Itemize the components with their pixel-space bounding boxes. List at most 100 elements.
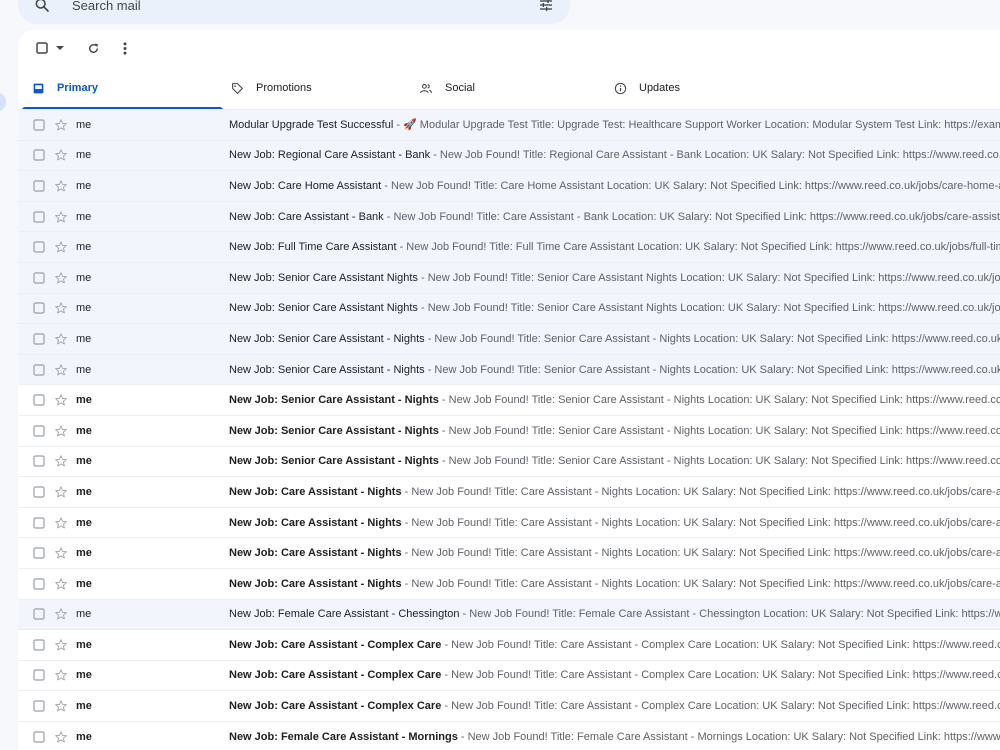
email-content: New Job: Senior Care Assistant - Nights … <box>229 425 1000 437</box>
email-content: New Job: Senior Care Assistant Nights - … <box>229 272 1000 284</box>
checkbox-icon[interactable] <box>33 302 45 314</box>
search-bar[interactable] <box>18 0 570 24</box>
star-icon[interactable] <box>54 546 68 560</box>
email-row[interactable]: me New Job: Senior Care Assistant - Nigh… <box>18 446 1000 478</box>
mail-panel: Primary Promotions Social Updates me Mod… <box>18 30 1000 750</box>
checkbox-icon[interactable] <box>33 455 45 467</box>
email-row[interactable]: me New Job: Care Assistant - Complex Car… <box>18 630 1000 661</box>
star-icon[interactable] <box>54 424 68 438</box>
email-snippet: - New Job Found! Title: Care Assistant -… <box>401 516 1000 529</box>
search-icon[interactable] <box>32 0 52 15</box>
email-row[interactable]: me Modular Upgrade Test Successful - 🚀 M… <box>18 110 1000 141</box>
star-icon[interactable] <box>54 118 68 132</box>
email-row[interactable]: me New Job: Care Assistant - Nights - Ne… <box>18 477 1000 508</box>
email-row[interactable]: me New Job: Senior Care Assistant - Nigh… <box>18 385 1000 416</box>
tab-updates[interactable]: Updates <box>612 66 812 110</box>
checkbox-icon[interactable] <box>33 700 45 712</box>
star-icon[interactable] <box>54 577 68 591</box>
checkbox-icon[interactable] <box>33 669 45 682</box>
star-icon[interactable] <box>54 699 68 713</box>
checkbox-icon[interactable] <box>33 608 45 620</box>
email-content: New Job: Senior Care Assistant - Nights … <box>229 394 1000 406</box>
email-snippet: - New Job Found! Title: Senior Care Assi… <box>424 363 1000 376</box>
checkbox-icon[interactable] <box>33 578 45 590</box>
star-icon[interactable] <box>54 668 68 682</box>
email-row[interactable]: me New Job: Care Assistant - Nights - Ne… <box>18 538 1000 569</box>
checkbox-icon[interactable] <box>33 639 45 651</box>
checkbox-icon[interactable] <box>33 180 45 192</box>
star-icon[interactable] <box>54 363 68 377</box>
star-icon[interactable] <box>54 179 68 193</box>
email-row[interactable]: me New Job: Female Care Assistant - Morn… <box>18 721 1000 750</box>
email-content: New Job: Female Care Assistant - Chessin… <box>229 608 1000 620</box>
email-snippet: - New Job Found! Title: Care Assistant -… <box>401 547 1000 560</box>
checkbox-icon[interactable] <box>33 516 45 529</box>
checkbox-icon[interactable] <box>33 394 45 406</box>
star-icon[interactable] <box>54 271 68 285</box>
email-subject: New Job: Care Assistant - Complex Care <box>229 638 442 651</box>
email-row[interactable]: me New Job: Care Assistant - Complex Car… <box>18 691 1000 722</box>
caret-down-icon[interactable] <box>53 36 67 60</box>
email-subject: New Job: Senior Care Assistant - Nights <box>229 455 439 468</box>
email-row[interactable]: me New Job: Care Assistant - Bank - New … <box>18 201 1000 233</box>
star-icon[interactable] <box>54 730 68 744</box>
email-row[interactable]: me New Job: Senior Care Assistant - Nigh… <box>18 354 1000 386</box>
email-row[interactable]: me New Job: Senior Care Assistant - Nigh… <box>18 324 1000 355</box>
category-tabs: Primary Promotions Social Updates <box>18 66 1000 110</box>
star-icon[interactable] <box>54 454 68 468</box>
star-icon[interactable] <box>54 516 68 530</box>
email-row[interactable]: me New Job: Regional Care Assistant - Ba… <box>18 140 1000 172</box>
email-row[interactable]: me New Job: Care Assistant - Nights - Ne… <box>18 507 1000 539</box>
star-icon[interactable] <box>54 638 68 652</box>
checkbox-icon[interactable] <box>33 272 45 284</box>
checkbox-icon[interactable] <box>33 425 45 437</box>
checkbox-icon[interactable] <box>33 547 45 559</box>
checkbox-icon[interactable] <box>33 333 45 345</box>
star-icon[interactable] <box>54 485 68 499</box>
email-sender: me <box>76 608 92 621</box>
email-sender: me <box>76 547 92 560</box>
email-snippet: - 🚀 Modular Upgrade Test Title: Upgrade … <box>393 119 1000 132</box>
star-icon[interactable] <box>54 607 68 621</box>
email-subject: New Job: Senior Care Assistant - Nights <box>229 363 425 376</box>
email-snippet: - New Job Found! Title: Senior Care Assi… <box>438 424 1000 437</box>
star-icon[interactable] <box>54 393 68 407</box>
email-list: me Modular Upgrade Test Successful - 🚀 M… <box>18 110 1000 750</box>
checkbox-icon[interactable] <box>33 363 45 376</box>
email-row[interactable]: me New Job: Senior Care Assistant - Nigh… <box>18 415 1000 447</box>
checkbox-icon[interactable] <box>33 486 45 498</box>
email-row[interactable]: me New Job: Care Assistant - Nights - Ne… <box>18 568 1000 600</box>
tab-promotions[interactable]: Promotions <box>223 66 417 110</box>
tune-icon[interactable] <box>536 0 556 15</box>
email-content: New Job: Care Assistant - Nights - New J… <box>229 486 1000 498</box>
star-icon[interactable] <box>54 148 68 162</box>
info-icon <box>613 81 627 95</box>
email-row[interactable]: me New Job: Senior Care Assistant Nights… <box>18 262 1000 294</box>
checkbox-icon[interactable] <box>33 241 45 253</box>
checkbox-icon[interactable] <box>33 210 45 223</box>
tab-social[interactable]: Social <box>417 66 612 110</box>
star-icon[interactable] <box>54 332 68 346</box>
refresh-icon[interactable] <box>81 36 105 60</box>
email-content: New Job: Regional Care Assistant - Bank … <box>229 149 1000 161</box>
checkbox-icon[interactable] <box>33 149 45 161</box>
checkbox-icon[interactable] <box>33 731 45 743</box>
email-subject: New Job: Care Assistant - Bank <box>229 210 384 223</box>
email-sender: me <box>76 485 92 498</box>
email-row[interactable]: me New Job: Care Assistant - Complex Car… <box>18 660 1000 692</box>
star-icon[interactable] <box>54 210 68 224</box>
email-row[interactable]: me New Job: Full Time Care Assistant - N… <box>18 232 1000 263</box>
tab-primary[interactable]: Primary <box>18 66 223 110</box>
search-input[interactable] <box>72 0 536 15</box>
select-all-checkbox-icon[interactable] <box>31 36 53 60</box>
email-row[interactable]: me New Job: Care Home Assistant - New Jo… <box>18 171 1000 202</box>
email-sender: me <box>76 669 92 682</box>
email-row[interactable]: me New Job: Female Care Assistant - Ches… <box>18 599 1000 631</box>
checkbox-icon[interactable] <box>33 119 45 131</box>
email-row[interactable]: me New Job: Senior Care Assistant Nights… <box>18 293 1000 325</box>
email-subject: New Job: Female Care Assistant - Chessin… <box>229 608 460 621</box>
star-icon[interactable] <box>54 301 68 315</box>
star-icon[interactable] <box>54 240 68 254</box>
more-vert-icon[interactable] <box>113 36 137 60</box>
email-snippet: - New Job Found! Title: Full Time Care A… <box>396 241 1000 254</box>
